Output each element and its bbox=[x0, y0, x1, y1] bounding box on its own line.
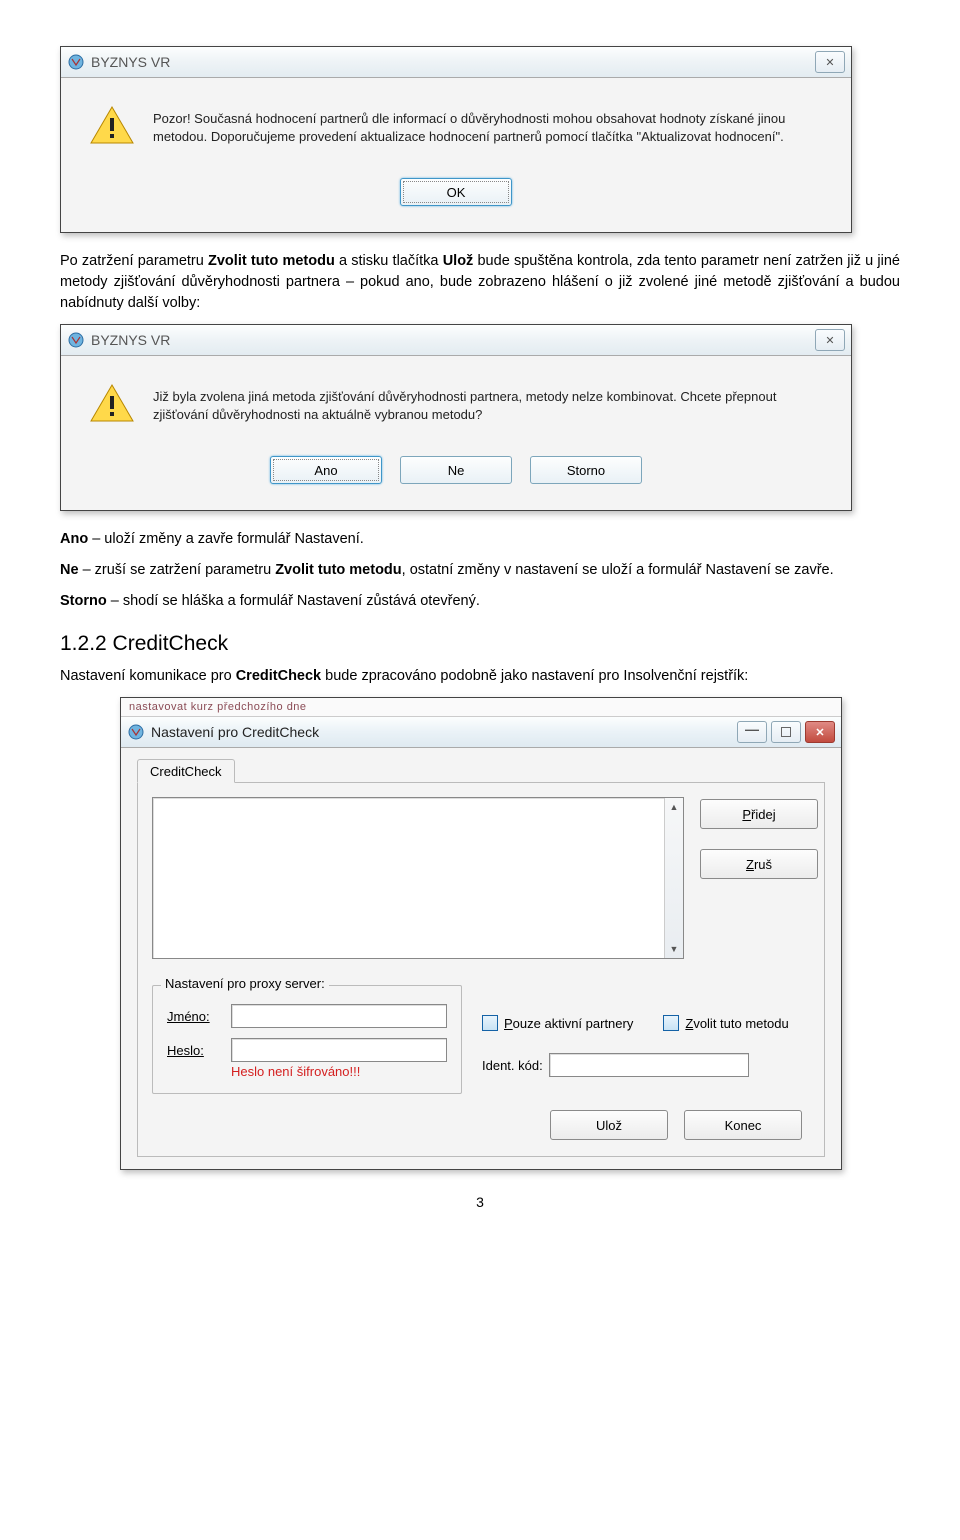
settings-dialog: nastavovat kurz předchozího dne Nastaven… bbox=[120, 697, 842, 1170]
tab-panel: ▲ ▼ Přidej Zruš Nastavení pro proxy serv… bbox=[137, 782, 825, 1157]
jmeno-input[interactable] bbox=[231, 1004, 447, 1028]
warning-dialog-2: BYZNYS VR ✕ Již byla zvolena jiná metoda… bbox=[60, 324, 852, 511]
close-icon[interactable]: ✕ bbox=[815, 51, 845, 73]
option-ne: Ne – zruší se zatržení parametru Zvolit … bbox=[60, 560, 900, 581]
close-icon[interactable]: ✕ bbox=[805, 721, 835, 743]
ident-label: Ident. kód: bbox=[482, 1058, 543, 1073]
ok-button[interactable]: OK bbox=[400, 178, 512, 206]
proxy-group: Nastavení pro proxy server: Jméno: Heslo… bbox=[152, 985, 462, 1094]
scroll-up-icon[interactable]: ▲ bbox=[665, 798, 683, 816]
dialog-title: BYZNYS VR bbox=[91, 332, 170, 348]
warning-dialog-1: BYZNYS VR ✕ Pozor! Současná hodnocení pa… bbox=[60, 46, 852, 233]
dialog-title: BYZNYS VR bbox=[91, 54, 170, 70]
password-warning: Heslo není šifrováno!!! bbox=[231, 1064, 447, 1079]
dialog-message: Již byla zvolena jiná metoda zjišťování … bbox=[153, 388, 829, 423]
remove-button[interactable]: Zruš bbox=[700, 849, 818, 879]
heslo-input[interactable] bbox=[231, 1038, 447, 1062]
choose-method-label: Zvolit tuto metodu bbox=[685, 1016, 788, 1031]
dialog-title: Nastavení pro CreditCheck bbox=[151, 724, 319, 740]
minimize-icon[interactable]: — bbox=[737, 721, 767, 743]
dialog-body: Pozor! Současná hodnocení partnerů dle i… bbox=[61, 78, 851, 232]
heslo-label: Heslo: bbox=[167, 1043, 223, 1058]
app-icon bbox=[127, 723, 145, 741]
titlebar: BYZNYS VR ✕ bbox=[61, 47, 851, 78]
jmeno-label: Jméno: bbox=[167, 1009, 223, 1024]
app-icon bbox=[67, 331, 85, 349]
dialog-body: Již byla zvolena jiná metoda zjišťování … bbox=[61, 356, 851, 510]
scrollbar[interactable]: ▲ ▼ bbox=[664, 798, 683, 958]
active-partners-label: Pouze aktivní partnery bbox=[504, 1016, 633, 1031]
titlebar: Nastavení pro CreditCheck — ✕ bbox=[121, 717, 841, 748]
cancel-button[interactable]: Storno bbox=[530, 456, 642, 484]
active-partners-checkbox[interactable] bbox=[482, 1015, 498, 1031]
dialog-message: Pozor! Současná hodnocení partnerů dle i… bbox=[153, 110, 829, 145]
doc-paragraph-2: Nastavení komunikace pro CreditCheck bud… bbox=[60, 666, 900, 687]
yes-button[interactable]: Ano bbox=[270, 456, 382, 484]
no-button[interactable]: Ne bbox=[400, 456, 512, 484]
option-ano: Ano – uloží změny a zavře formulář Nasta… bbox=[60, 529, 900, 550]
choose-method-checkbox[interactable] bbox=[663, 1015, 679, 1031]
scroll-down-icon[interactable]: ▼ bbox=[665, 940, 683, 958]
url-listbox[interactable]: ▲ ▼ bbox=[152, 797, 684, 959]
tab-creditcheck[interactable]: CreditCheck bbox=[137, 759, 235, 783]
background-stripe: nastavovat kurz předchozího dne bbox=[121, 698, 841, 717]
titlebar: BYZNYS VR ✕ bbox=[61, 325, 851, 356]
doc-paragraph-1: Po zatržení parametru Zvolit tuto metodu… bbox=[60, 251, 900, 314]
warning-icon bbox=[89, 104, 135, 146]
proxy-legend: Nastavení pro proxy server: bbox=[161, 976, 329, 991]
save-button[interactable]: Ulož bbox=[550, 1110, 668, 1140]
ident-input[interactable] bbox=[549, 1053, 749, 1077]
maximize-icon[interactable] bbox=[771, 721, 801, 743]
close-button[interactable]: Konec bbox=[684, 1110, 802, 1140]
close-icon[interactable]: ✕ bbox=[815, 329, 845, 351]
section-heading: 1.2.2 CreditCheck bbox=[60, 632, 900, 656]
app-icon bbox=[67, 53, 85, 71]
page-number: 3 bbox=[60, 1194, 900, 1210]
option-storno: Storno – shodí se hláška a formulář Nast… bbox=[60, 591, 900, 612]
add-button[interactable]: Přidej bbox=[700, 799, 818, 829]
warning-icon bbox=[89, 382, 135, 424]
